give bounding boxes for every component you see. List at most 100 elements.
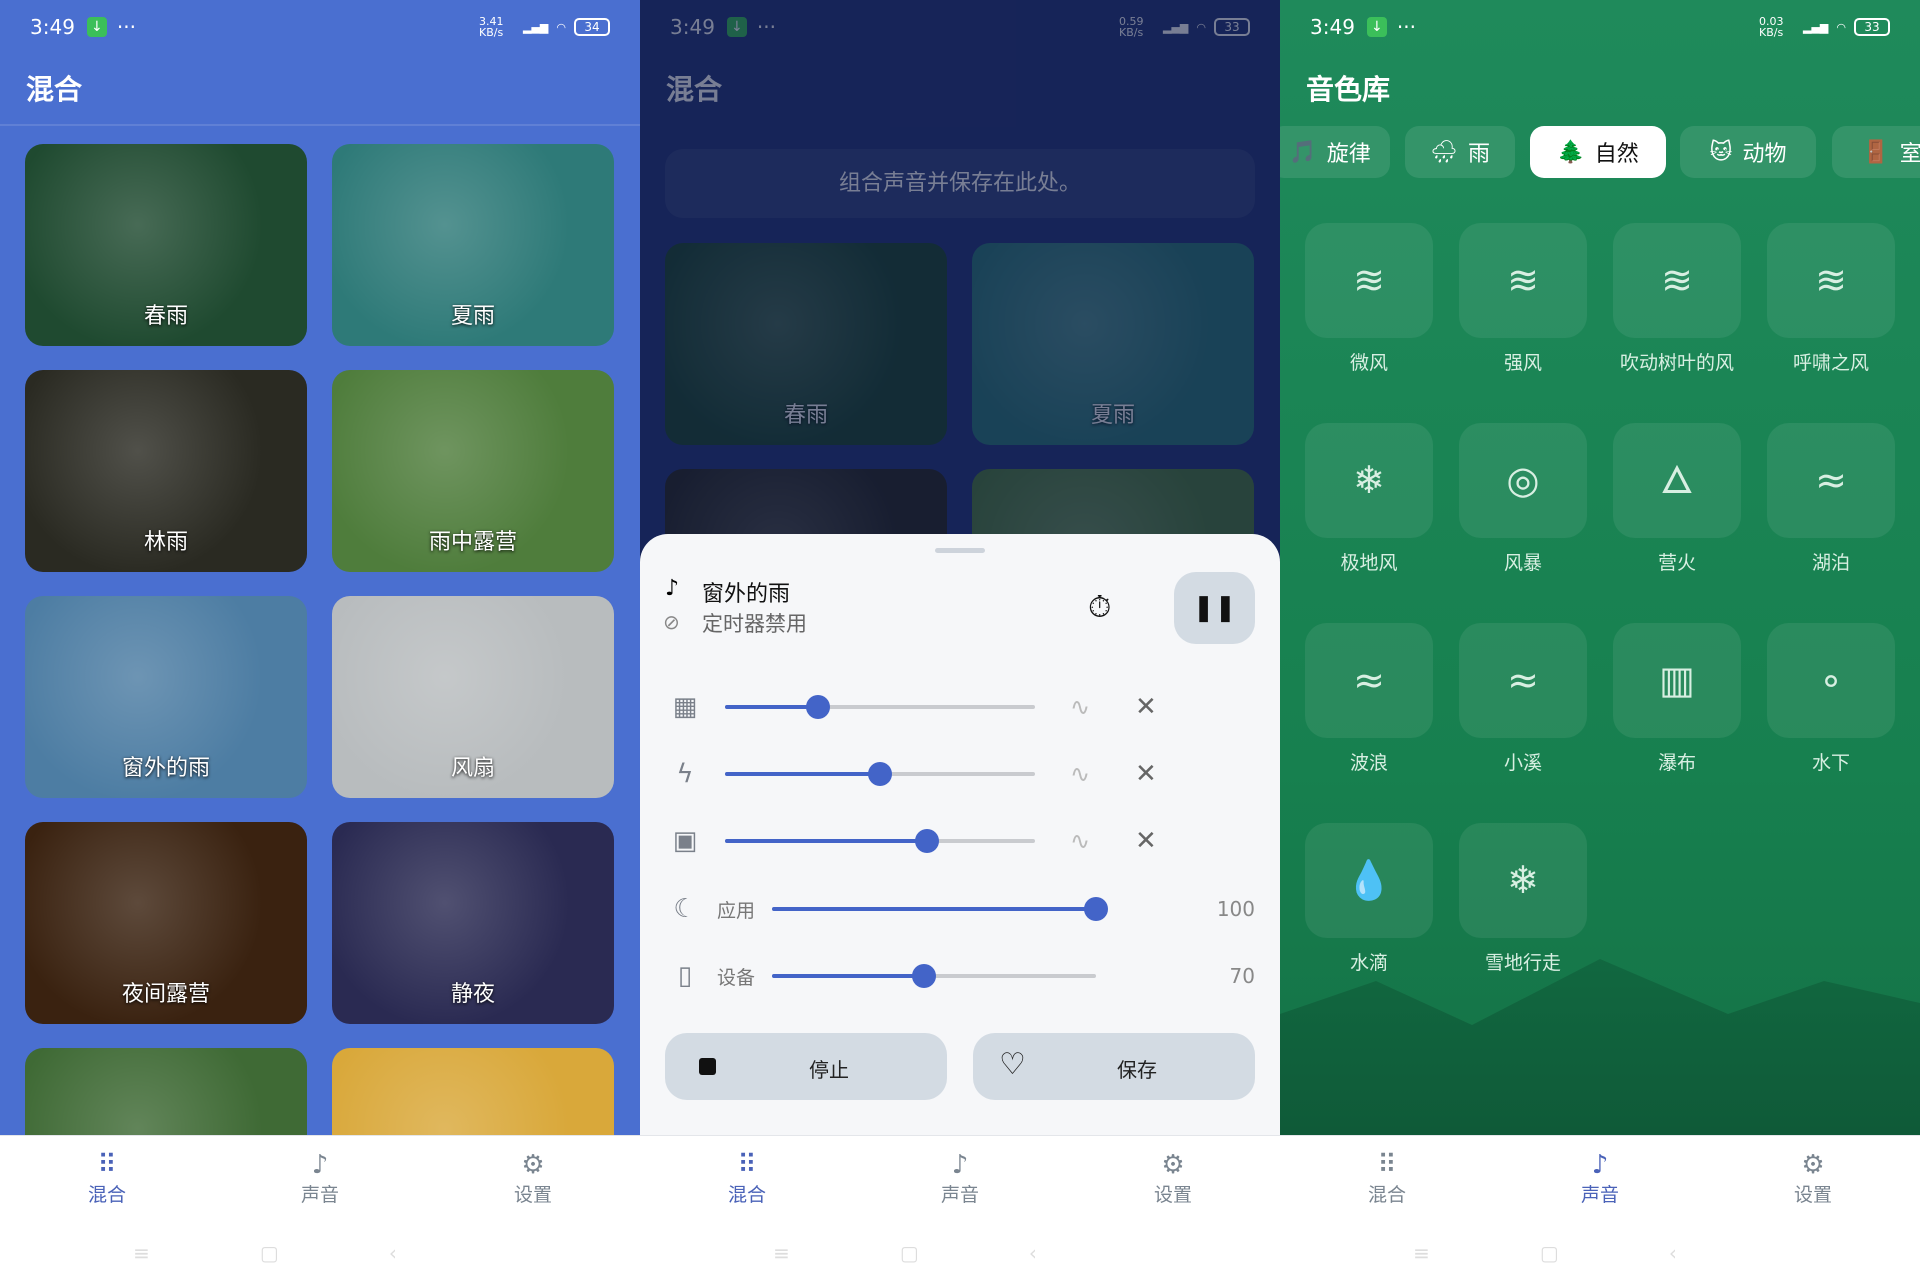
- timer-button[interactable]: ⏱: [1088, 590, 1111, 625]
- sound-tile[interactable]: 🜂: [1613, 423, 1741, 538]
- mountain-background: [1280, 959, 1920, 1135]
- sound-card[interactable]: 窗外的雨: [25, 596, 307, 798]
- lightning-icon: ϟ: [676, 759, 694, 789]
- battery-icon: 33: [1854, 18, 1890, 36]
- device-volume-slider[interactable]: [772, 964, 1096, 988]
- remove-icon[interactable]: ✕: [1135, 826, 1157, 856]
- category-chip[interactable]: 🌧 雨: [1405, 126, 1515, 178]
- category-emoji-icon: 🐱: [1709, 139, 1733, 165]
- slider-fill: [725, 772, 880, 776]
- sound-card[interactable]: 春雨: [25, 144, 307, 346]
- card-label: 窗外的雨: [121, 756, 210, 781]
- sound-label: 极地风: [1340, 552, 1398, 574]
- nav-label: 声音: [940, 1184, 979, 1206]
- sound-card[interactable]: 风扇: [332, 596, 614, 798]
- sound-tile[interactable]: ∘: [1767, 623, 1895, 738]
- stop-button[interactable]: 停止: [665, 1033, 947, 1100]
- sound-tile[interactable]: ≋: [1459, 223, 1587, 338]
- nav-grid[interactable]: ⠿ 混合: [1327, 1150, 1447, 1207]
- slider-thumb[interactable]: [912, 964, 937, 988]
- music-note-icon: ♪: [665, 576, 680, 601]
- app-volume-slider[interactable]: [772, 897, 1108, 921]
- heart-icon: ♡: [999, 1047, 1026, 1082]
- stop-icon: [699, 1058, 716, 1075]
- system-nav: ≡▢‹: [133, 1241, 507, 1265]
- category-emoji-icon: 🚪: [1862, 139, 1890, 165]
- sound-label: 雪地行走: [1484, 952, 1561, 974]
- mix-screen: 3:49 ↓ ··· 3.41 KB/s ▂▄▆ ◠ 34 混合 春雨 夏雨 林雨 雨中露营 窗外的雨风…: [0, 0, 640, 1280]
- sound-tile[interactable]: ◎: [1459, 423, 1587, 538]
- waveform-icon[interactable]: ∿: [1070, 760, 1090, 788]
- nav-music-note[interactable]: ♪ 声音: [900, 1150, 1020, 1207]
- status-time: 3:49: [1310, 15, 1355, 39]
- sound-label: 水滴: [1349, 952, 1388, 974]
- music-note-icon: ♪: [1591, 1150, 1609, 1180]
- card-label: 风扇: [450, 756, 495, 781]
- pause-button[interactable]: ❚❚: [1174, 572, 1255, 644]
- sound-card[interactable]: 林雨: [25, 370, 307, 572]
- category-emoji-icon: 🌲: [1557, 139, 1585, 165]
- sound-card[interactable]: 夏雨: [332, 144, 614, 346]
- nav-music-note[interactable]: ♪ 声音: [260, 1150, 380, 1207]
- category-chip[interactable]: 🐱 动物: [1680, 126, 1816, 178]
- nav-music-note[interactable]: ♪ 声音: [1540, 1150, 1660, 1207]
- sound-tile[interactable]: ≈: [1767, 423, 1895, 538]
- sound-library-screen: 3:49 ↓ ··· 0.03 KB/s ▂▄▆ ◠ 33 音色库 🎵 旋律 🌧 雨 🌲 自然 🐱 动物 🚪 室 ≋…: [1280, 0, 1920, 1280]
- save-button[interactable]: ♡ 保存: [973, 1033, 1255, 1100]
- sound-card[interactable]: 静夜: [332, 822, 614, 1024]
- save-label: 保存: [1117, 1058, 1157, 1082]
- nav-gear[interactable]: ⚙ 设置: [1753, 1150, 1873, 1207]
- sound-tile[interactable]: ❄: [1305, 423, 1433, 538]
- remove-icon[interactable]: ✕: [1135, 759, 1157, 789]
- sound-tile[interactable]: ▥: [1613, 623, 1741, 738]
- waveform-icon[interactable]: ∿: [1070, 693, 1090, 721]
- slider-thumb[interactable]: [914, 829, 939, 853]
- category-chip[interactable]: 🚪 室: [1832, 126, 1920, 178]
- sound-tile[interactable]: ≈: [1305, 623, 1433, 738]
- more-icon: ···: [116, 15, 136, 39]
- card-label: 雨中露营: [428, 530, 517, 555]
- volume-slider[interactable]: [725, 829, 1035, 853]
- wifi-icon: ◠: [1836, 20, 1846, 34]
- slider-thumb[interactable]: [806, 695, 830, 719]
- waveform-icon[interactable]: ∿: [1070, 827, 1090, 855]
- nav-gear[interactable]: ⚙ 设置: [473, 1150, 593, 1207]
- nav-gear[interactable]: ⚙ 设置: [1113, 1150, 1233, 1207]
- nav-grid[interactable]: ⠿ 混合: [687, 1150, 807, 1207]
- phone-icon: ▯: [677, 961, 693, 991]
- nav-label: 混合: [1367, 1184, 1406, 1206]
- page-title: 混合: [26, 73, 83, 106]
- remove-icon[interactable]: ✕: [1135, 692, 1157, 722]
- sound-card[interactable]: 夜间露营: [25, 822, 307, 1024]
- slider-thumb[interactable]: [1084, 897, 1108, 921]
- nav-label: 混合: [727, 1184, 766, 1206]
- volume-slider[interactable]: [725, 695, 1035, 719]
- device_volume-label: 设备: [717, 966, 756, 989]
- card-label: 夏雨: [450, 304, 495, 329]
- slider-fill: [725, 705, 818, 709]
- fireplace-icon: ▣: [672, 826, 698, 856]
- sound-tile[interactable]: ≋: [1613, 223, 1741, 338]
- sound-tile[interactable]: 💧: [1305, 823, 1433, 938]
- sound-tile[interactable]: ≋: [1305, 223, 1433, 338]
- battery-icon: 34: [574, 18, 610, 36]
- nav-grid[interactable]: ⠿ 混合: [47, 1150, 167, 1207]
- nav-label: 设置: [513, 1184, 552, 1206]
- mix-sound-row: ▣ ∿ ✕: [665, 821, 1255, 861]
- status-right: 3.41 KB/s ▂▄▆ ◠ 34: [479, 16, 610, 38]
- status-bar: 3:49 ↓ ··· 3.41 KB/s ▂▄▆ ◠ 34: [30, 12, 610, 42]
- drag-handle[interactable]: [935, 548, 985, 553]
- device-volume-row: ▯ 设备 70: [665, 956, 1255, 996]
- sound-tile[interactable]: ❄: [1459, 823, 1587, 938]
- sound-label: 瀑布: [1657, 752, 1696, 774]
- bottom-nav: ⠿ 混合 ♪ 声音 ⚙ 设置 ≡▢‹: [1280, 1135, 1920, 1280]
- sound-tile[interactable]: ≋: [1767, 223, 1895, 338]
- category-chip[interactable]: 🎵 旋律: [1280, 126, 1390, 178]
- sound-tile[interactable]: ≈: [1459, 623, 1587, 738]
- category-chip[interactable]: 🌲 自然: [1530, 126, 1666, 178]
- card-label: 林雨: [143, 530, 188, 555]
- slider-thumb[interactable]: [868, 762, 892, 786]
- sound-card[interactable]: 雨中露营: [332, 370, 614, 572]
- category-label: 旋律: [1326, 142, 1371, 167]
- volume-slider[interactable]: [725, 762, 1035, 786]
